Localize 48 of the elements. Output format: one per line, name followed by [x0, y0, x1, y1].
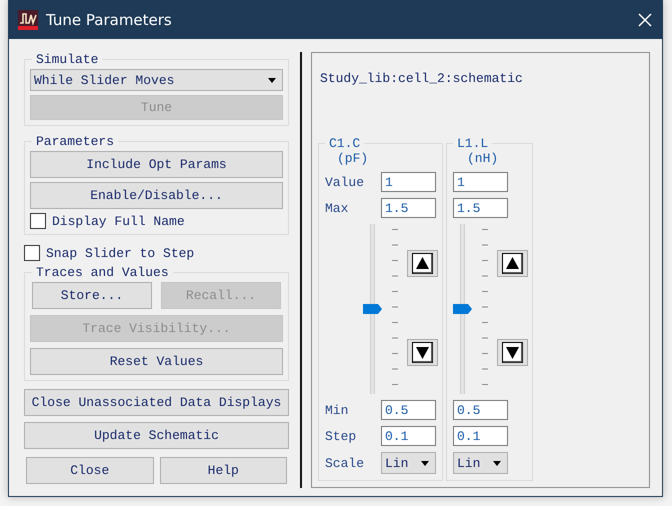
action-button[interactable]: Reset Values	[30, 348, 283, 375]
checkbox-box[interactable]	[24, 245, 40, 261]
scale-dropdown[interactable]: Lin	[453, 452, 508, 474]
number-field[interactable]: 1	[453, 172, 508, 192]
action-button[interactable]: Enable/Disable...	[30, 182, 283, 209]
checkbox-box[interactable]	[30, 213, 46, 229]
slider-thumb[interactable]	[363, 304, 383, 314]
dropdown-caret-icon	[268, 78, 276, 82]
field-label: Value	[325, 174, 366, 190]
number-field[interactable]: 0.1	[453, 426, 508, 446]
dialog-button[interactable]: Close	[26, 457, 154, 484]
increment-button[interactable]	[407, 250, 438, 277]
design-path: Study_lib:cell_2:schematic	[320, 71, 524, 86]
number-field[interactable]: 0.1	[381, 426, 436, 446]
decrement-button[interactable]	[407, 339, 438, 366]
number-field[interactable]: 0.5	[453, 400, 508, 420]
dropdown-caret-icon	[493, 460, 501, 466]
action-button[interactable]: Close Unassociated Data Displays	[24, 389, 289, 416]
dialog-button[interactable]: Help	[160, 457, 287, 484]
number-field[interactable]: 1	[381, 172, 436, 192]
number-field[interactable]: 1.5	[453, 198, 508, 218]
unit-label: (pF)	[337, 151, 368, 166]
parameter-name: L1.L	[456, 136, 490, 151]
group-title: Parameters	[35, 134, 116, 149]
increment-button[interactable]	[497, 250, 528, 277]
dropdown-caret-icon	[421, 460, 429, 466]
action-button[interactable]: Update Schematic	[24, 422, 289, 449]
action-button[interactable]: Include Opt Params	[30, 151, 283, 178]
unit-label: (nH)	[467, 151, 498, 166]
window-title: Tune Parameters	[46, 11, 173, 29]
close-icon[interactable]	[638, 13, 652, 27]
slider-thumb[interactable]	[453, 304, 473, 314]
field-label: Min	[325, 402, 350, 418]
group-title: Traces and Values	[35, 265, 170, 280]
action-button[interactable]: Store...	[32, 282, 152, 309]
decrement-button[interactable]	[497, 339, 528, 366]
waveform-icon	[18, 10, 38, 30]
checkbox[interactable]: Snap Slider to Step	[24, 245, 289, 261]
field-label: Max	[325, 200, 350, 216]
field-label: Step	[325, 428, 358, 444]
checkbox[interactable]: Display Full Name	[30, 213, 283, 229]
mode-dropdown[interactable]: While Slider Moves	[30, 69, 283, 91]
number-field[interactable]: 0.5	[381, 400, 436, 420]
parameter-name: C1.C	[328, 136, 362, 151]
number-field[interactable]: 1.5	[381, 198, 436, 218]
scale-dropdown[interactable]: Lin	[381, 452, 436, 474]
group-title: Simulate	[35, 52, 100, 67]
field-label: Scale	[325, 456, 366, 470]
